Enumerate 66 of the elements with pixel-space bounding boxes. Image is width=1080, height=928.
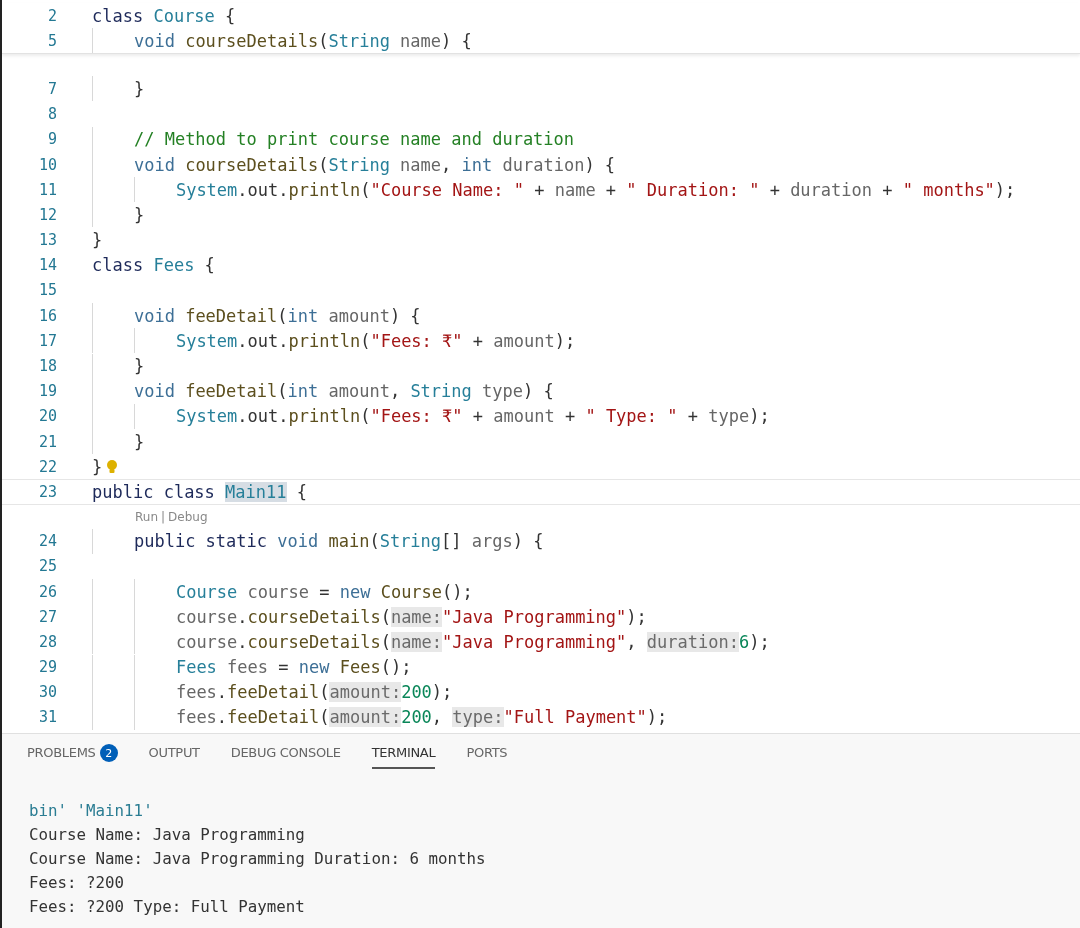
line-number: 15 [37, 281, 57, 300]
code-line: } [92, 430, 145, 454]
line-number: 16 [37, 306, 57, 325]
terminal-line: Fees: ?200 Type: Full Payment [29, 896, 306, 918]
code-line: // Method to print course name and duration [92, 127, 575, 151]
panel-tab[interactable]: PROBLEMS 2 [27, 745, 118, 769]
code-line: } [92, 229, 103, 252]
line-number: 27 [37, 607, 57, 626]
code-line: public static void main(String[] args) { [92, 529, 544, 553]
line-number: 26 [37, 582, 57, 601]
code-line: class Course { [92, 4, 236, 28]
line-number: 25 [37, 557, 57, 576]
line-number: 30 [37, 683, 57, 702]
line-number: 9 [46, 130, 57, 149]
terminal-line: Course Name: Java Programming [29, 824, 306, 846]
code-line: class Fees { [92, 254, 215, 277]
line-number: 5 [46, 31, 57, 50]
panel-tab[interactable]: PORTS [466, 745, 508, 769]
code-line: void courseDetails(String name) { [92, 29, 472, 53]
code-line: public class Main11 { [92, 480, 307, 504]
code-line: void feeDetail(int amount, String type) { [92, 379, 554, 403]
line-number: 29 [37, 658, 57, 677]
panel-tab[interactable]: TERMINAL [371, 745, 436, 769]
line-number: 31 [37, 708, 57, 727]
panel-tab[interactable]: OUTPUT [148, 745, 200, 769]
count-badge: 2 [99, 744, 118, 762]
code-line: } [92, 455, 103, 479]
code-line: course.courseDetails(name:"Java Programming", duration:6); [92, 630, 770, 654]
line-number: 10 [37, 155, 57, 174]
run-link[interactable]: Run [135, 509, 158, 524]
line-number: 17 [37, 331, 57, 350]
code-line: fees.feeDetail(amount:200); [92, 680, 453, 704]
line-number: 2 [46, 6, 57, 25]
line-number: 13 [37, 231, 57, 250]
line-number: 12 [37, 205, 57, 224]
code-line: System.out.println("Fees: ₹" + amount + " Type: " + type); [92, 404, 770, 428]
code-line: } [92, 354, 145, 378]
code-line: System.out.println("Course Name: " + name + " Duration: " + duration + " months"); [92, 178, 1016, 202]
terminal-line: bin' 'Main11' [29, 800, 154, 822]
panel-tab[interactable]: DEBUG CONSOLE [230, 745, 341, 769]
line-number: 14 [37, 256, 57, 275]
separator: | [161, 509, 166, 524]
line-number: 19 [37, 382, 57, 401]
terminal-line: Fees: ?200 [29, 872, 126, 894]
code-line: Course course = new Course(); [92, 579, 473, 604]
line-number: 11 [37, 180, 57, 199]
line-number: 22 [37, 457, 57, 476]
code-line: void feeDetail(int amount) { [92, 304, 421, 328]
line-number: 20 [37, 407, 57, 426]
line-number: 24 [37, 532, 57, 551]
debug-link[interactable]: Debug [168, 509, 208, 524]
code-line: Fees fees = new Fees(); [92, 655, 412, 679]
code-line: } [92, 77, 145, 101]
code-line: fees.feeDetail(amount:200, type:"Full Payment"); [92, 705, 668, 730]
line-number: 28 [37, 632, 57, 651]
code-line: } [92, 203, 145, 227]
code-line: course.courseDetails(name:"Java Programming"); [92, 605, 647, 629]
lightbulb-icon[interactable] [106, 458, 119, 475]
line-number: 7 [46, 79, 57, 98]
line-number: 23 [37, 482, 57, 501]
code-line: System.out.println("Fees: ₹" + amount); [92, 329, 576, 353]
terminal-line: Course Name: Java Programming Duration: 6 months [29, 848, 487, 870]
code-line: void courseDetails(String name, int duration) { [92, 152, 616, 177]
line-number: 18 [37, 357, 57, 376]
line-number: 21 [37, 432, 57, 451]
line-number: 8 [46, 105, 57, 124]
